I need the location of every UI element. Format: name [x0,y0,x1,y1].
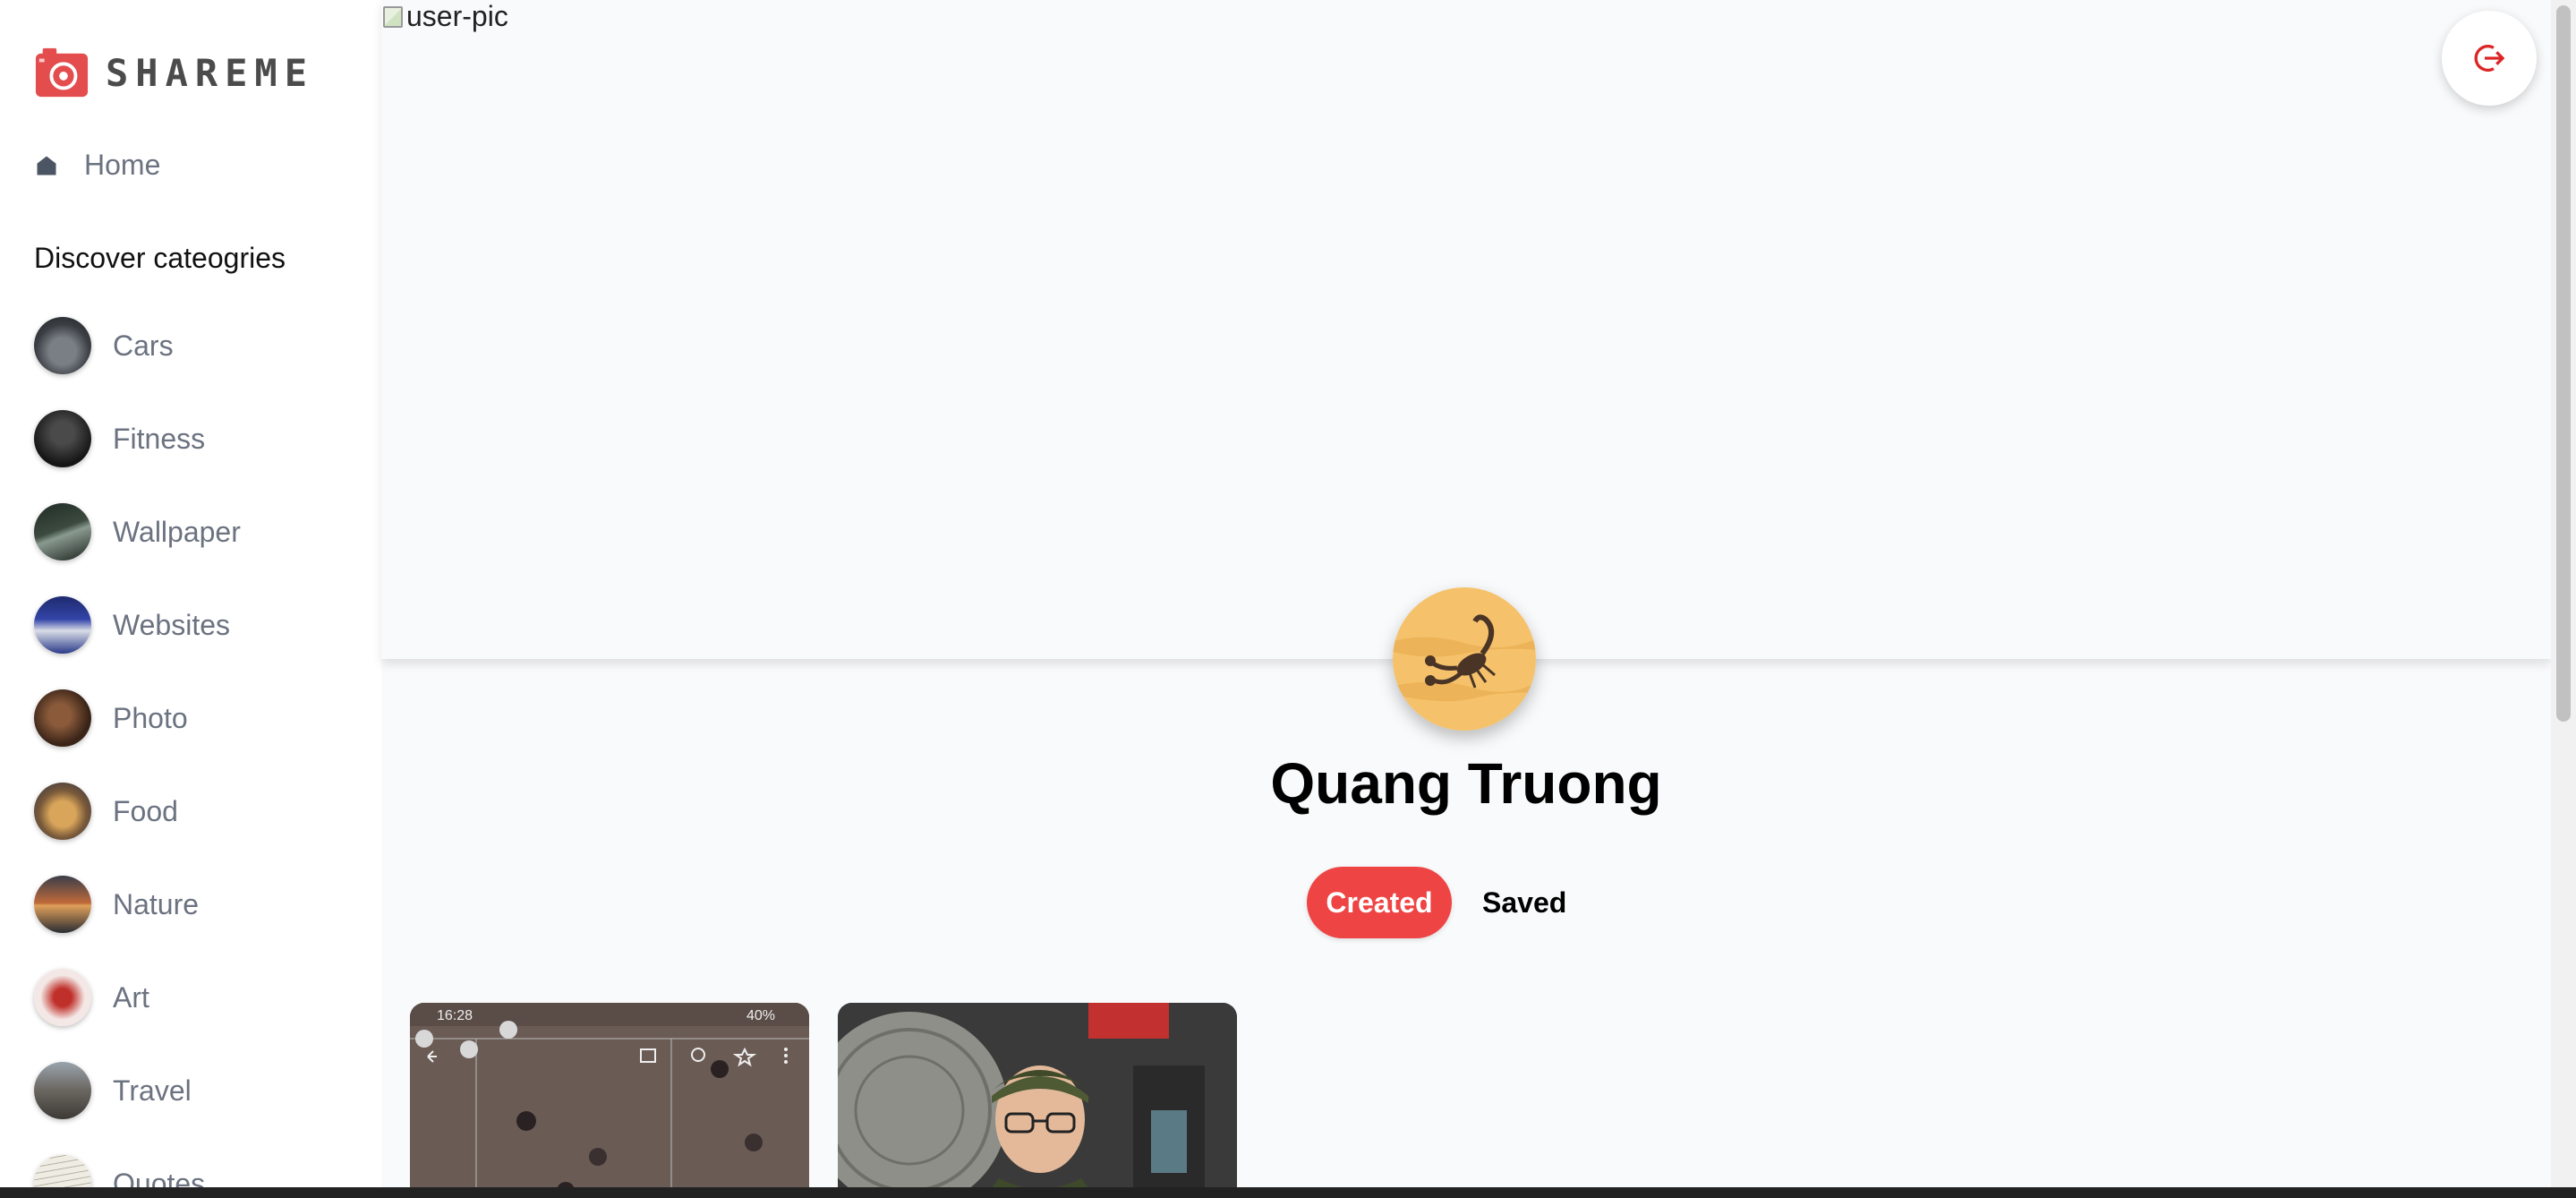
avatar [1393,587,1536,731]
discover-heading: Discover cateogries [34,242,286,274]
window-bottom-edge [0,1187,2576,1198]
tab-saved[interactable]: Saved [1482,886,1566,920]
banner-alt-text: user-pic [406,0,508,32]
category-thumbnail [34,969,91,1026]
sidebar-item-food[interactable]: Food [34,783,241,840]
pin-grid: 16:28 40% [410,1003,1266,1198]
pin-status-battery: 40% [746,1008,775,1023]
home-icon [37,156,56,175]
tab-created[interactable]: Created [1307,867,1452,938]
sidebar-item-label: Travel [113,1074,192,1107]
pin-card[interactable] [838,1003,1237,1198]
pin-card[interactable]: 16:28 40% [410,1003,809,1198]
sidebar-item-label: Fitness [113,422,206,455]
sidebar-item-label: Home [84,149,161,181]
camera-icon [35,47,89,98]
category-thumbnail [34,317,91,374]
pin-image: 16:28 40% [410,1003,809,1198]
sidebar-item-label: Cars [113,329,174,362]
sidebar-item-label: Food [113,794,178,827]
profile-main: user-pic Quang Truong Created Saved 16:2… [381,0,2551,1198]
broken-image-icon [383,5,403,28]
sidebar-item-home[interactable]: Home [34,149,160,182]
logout-icon [2474,45,2505,72]
sidebar-item-nature[interactable]: Nature [34,876,241,933]
profile-name: Quang Truong [1270,751,1662,816]
category-thumbnail [34,503,91,560]
sidebar-item-photo[interactable]: Photo [34,689,241,747]
logo-text: SHAREME [106,50,315,95]
scrollbar-thumb[interactable] [2556,5,2571,722]
pin-image [838,1003,1237,1198]
sidebar-item-label: Websites [113,608,231,641]
profile-banner: user-pic [381,0,2551,659]
logout-button[interactable] [2442,11,2537,106]
category-thumbnail [34,876,91,933]
sidebar-item-label: Art [113,980,149,1014]
scorpion-icon [1393,587,1536,731]
profile-tabs: Created Saved [1307,867,1566,938]
sidebar-item-label: Photo [113,701,188,734]
category-thumbnail [34,783,91,840]
category-thumbnail [34,1155,91,1191]
category-thumbnail [34,596,91,654]
category-thumbnail [34,410,91,467]
category-thumbnail [34,689,91,747]
sidebar-item-travel[interactable]: Travel [34,1062,241,1119]
sidebar-item-fitness[interactable]: Fitness [34,410,241,467]
category-thumbnail [34,1062,91,1119]
category-list: Cars Fitness Wallpaper Websites Photo Fo… [34,317,241,1191]
sidebar-item-quotes[interactable]: Quotes [34,1155,241,1191]
pin-status-time: 16:28 [437,1008,473,1023]
sidebar-item-websites[interactable]: Websites [34,596,241,654]
sidebar-item-wallpaper[interactable]: Wallpaper [34,503,241,560]
sidebar-item-label: Wallpaper [113,515,241,548]
sidebar: SHAREME Home Discover cateogries Cars Fi… [0,0,381,1191]
banner-image: user-pic [383,0,508,33]
sidebar-item-cars[interactable]: Cars [34,317,241,374]
app-window: SHAREME Home Discover cateogries Cars Fi… [0,0,2576,1198]
sidebar-item-label: Nature [113,887,200,920]
sidebar-item-art[interactable]: Art [34,969,241,1026]
scrollbar[interactable] [2551,0,2576,1191]
logo[interactable]: SHAREME [34,45,314,100]
